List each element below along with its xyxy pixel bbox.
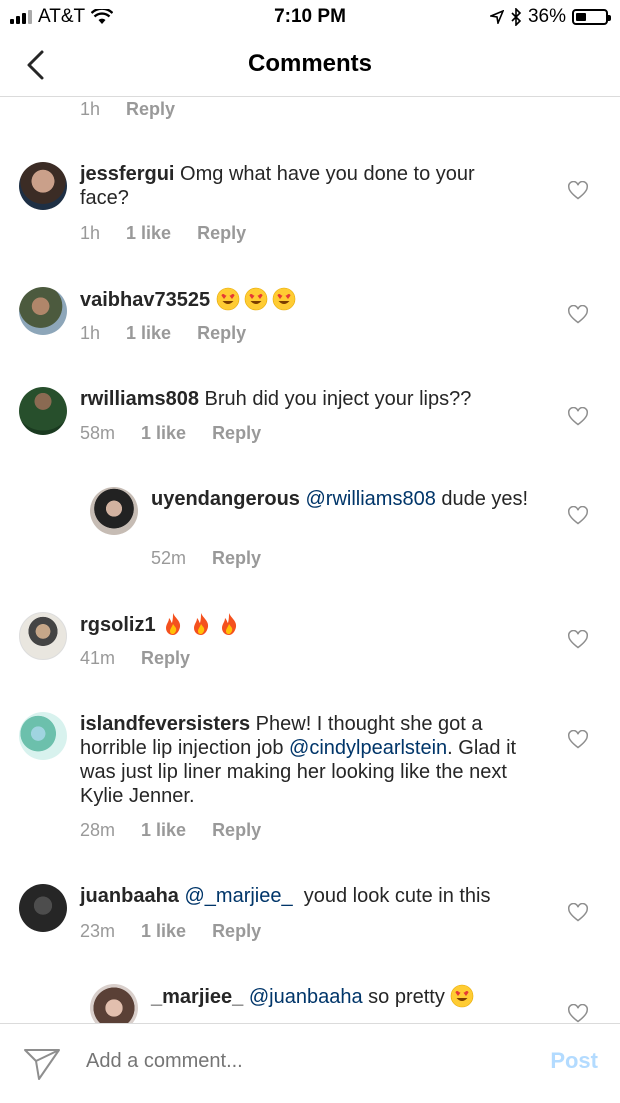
comment-username[interactable]: juanbaaha (80, 885, 179, 907)
heart-eyes-emoji (244, 287, 267, 311)
comment-input[interactable] (86, 1050, 506, 1073)
comment-time: 1h (80, 323, 101, 343)
battery-percent: 36% (527, 6, 566, 27)
reply-button[interactable]: Reply (141, 648, 190, 669)
comment-text: rgsoliz1 (80, 612, 520, 637)
comment-body: so pretty (362, 986, 451, 1008)
comment-time: 52m (151, 548, 187, 568)
comment-username[interactable]: vaibhav73525 (80, 289, 210, 311)
likes-count[interactable]: 1 like (141, 820, 186, 841)
comment-text: vaibhav73525 (80, 287, 520, 312)
heart-icon[interactable] (568, 903, 588, 923)
list-item: juanbaaha @_marjiee_ youd look cute in t… (0, 883, 620, 973)
bluetooth-icon (511, 8, 522, 26)
comment-time: 58m (80, 423, 116, 443)
mention-link[interactable]: @cindylpearlstein (289, 737, 447, 759)
heart-eyes-emoji (451, 984, 474, 1008)
comment-time: 1h (80, 223, 101, 243)
comment-text: uyendangerous @rwilliams808 dude yes! (151, 487, 531, 511)
heart-eyes-emoji (216, 287, 239, 311)
fire-emoji (222, 613, 237, 635)
reply-button[interactable]: Reply (212, 921, 261, 942)
heart-icon[interactable] (568, 407, 588, 427)
comment-body: Bruh did you inject your lips?? (198, 388, 472, 410)
comment-meta: 23m 1 like Reply (80, 921, 287, 942)
heart-icon[interactable] (568, 181, 588, 201)
comment-text: islandfeversisters Phew! I thought she g… (80, 712, 540, 808)
battery-icon (572, 9, 611, 25)
avatar[interactable] (90, 487, 138, 535)
likes-count[interactable]: 1 like (126, 223, 171, 244)
comment-time: 1h (80, 99, 101, 119)
reply-button[interactable]: Reply (126, 99, 175, 120)
reply-button[interactable]: Reply (197, 323, 246, 344)
avatar[interactable] (19, 387, 67, 435)
comment-body: dude yes! (435, 488, 529, 510)
avatar[interactable] (90, 984, 138, 1023)
heart-icon[interactable] (568, 630, 588, 650)
status-bar: AT&T 7:10 PM 36% (0, 0, 620, 34)
avatar[interactable] (19, 884, 67, 932)
reply-button[interactable]: Reply (212, 423, 261, 444)
comment-meta: 58m 1 like Reply (80, 423, 287, 444)
comment-meta: 1h 1 like Reply (80, 223, 272, 244)
likes-count[interactable]: 1 like (141, 921, 186, 942)
comment-list[interactable]: 1h Reply jessfergui Omg what have you do… (0, 97, 620, 1023)
page-title: Comments (247, 50, 373, 77)
comment-composer: Post (0, 1023, 620, 1103)
list-item: rwilliams808 Bruh did you inject your li… (0, 385, 620, 475)
heart-eyes-emoji (272, 287, 295, 311)
list-item: islandfeversisters Phew! I thought she g… (0, 710, 620, 860)
comment-time: 23m (80, 921, 116, 941)
fire-emoji (194, 613, 209, 635)
battery-fill (576, 13, 587, 21)
comment-text: juanbaaha @_marjiee_ youd look cute in t… (80, 884, 540, 908)
list-item: vaibhav73525 1h 1 like Reply (0, 284, 620, 374)
comment-meta: 1h 1 like Reply (80, 323, 272, 344)
header: Comments (0, 34, 620, 97)
comment-username[interactable]: rgsoliz1 (80, 614, 156, 636)
post-button[interactable]: Post (550, 1048, 598, 1074)
comment-time: 41m (80, 648, 116, 668)
likes-count[interactable]: 1 like (126, 323, 171, 344)
direct-send-icon[interactable] (22, 1046, 62, 1082)
mention-link[interactable]: @juanbaaha (249, 986, 363, 1008)
comment-meta: 28m 1 like Reply (80, 820, 287, 841)
heart-icon[interactable] (568, 305, 588, 325)
reply-button[interactable]: Reply (197, 223, 246, 244)
reply-item: _marjiee_ @juanbaaha so pretty (0, 984, 620, 1023)
comment-time: 28m (80, 820, 116, 840)
mention-link[interactable]: @_marjiee_ (184, 885, 292, 907)
location-arrow-icon (489, 10, 504, 24)
comment-username[interactable]: jessfergui (80, 163, 174, 185)
reply-item: uyendangerous @rwilliams808 dude yes! 52… (0, 486, 620, 586)
heart-icon[interactable] (568, 506, 588, 526)
avatar[interactable] (19, 612, 67, 660)
comment-username[interactable]: uyendangerous (151, 488, 300, 510)
comment-body: youd look cute in this (292, 885, 491, 907)
comment-text: jessfergui Omg what have you done to you… (80, 162, 520, 210)
comment-text: _marjiee_ @juanbaaha so pretty (151, 984, 551, 1009)
status-right: 36% (489, 6, 611, 28)
comment-text: rwilliams808 Bruh did you inject your li… (80, 387, 540, 411)
fire-emoji (166, 613, 181, 635)
likes-count[interactable]: 1 like (141, 423, 186, 444)
list-item: jessfergui Omg what have you done to you… (0, 159, 620, 259)
reply-button[interactable]: Reply (212, 548, 261, 569)
comment-username[interactable]: rwilliams808 (80, 388, 199, 410)
avatar[interactable] (19, 287, 67, 335)
avatar[interactable] (19, 712, 67, 760)
avatar[interactable] (19, 162, 67, 210)
partial-comment-meta: 1h Reply (80, 99, 201, 120)
mention-link[interactable]: @rwilliams808 (305, 488, 435, 510)
heart-icon[interactable] (568, 730, 588, 750)
comment-username[interactable]: islandfeversisters (80, 713, 250, 735)
comment-meta: 52m Reply (151, 548, 287, 569)
heart-icon[interactable] (568, 1004, 588, 1023)
comment-meta: 41m Reply (80, 648, 216, 669)
list-item: rgsoliz1 41m Reply (0, 610, 620, 700)
reply-button[interactable]: Reply (212, 820, 261, 841)
comment-username[interactable]: _marjiee_ (151, 986, 243, 1008)
